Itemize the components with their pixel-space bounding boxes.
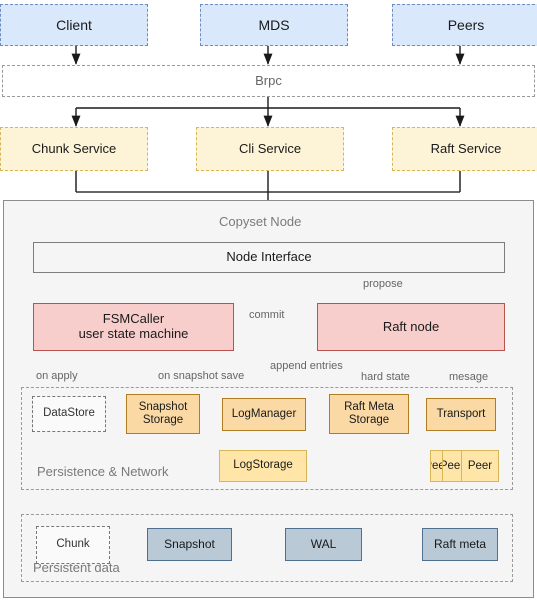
cli-service-box[interactable]: Cli Service <box>196 127 344 171</box>
client-label: Client <box>56 16 92 33</box>
chunk-service-box[interactable]: Chunk Service <box>0 127 148 171</box>
transport-box[interactable]: Transport <box>426 398 496 431</box>
hard-state-edge-label: hard state <box>361 371 410 383</box>
snapshot-storage-box[interactable]: Snapshot Storage <box>126 394 200 434</box>
peer-box[interactable]: Peer <box>442 450 462 482</box>
chunk-service-label: Chunk Service <box>31 140 117 156</box>
snapshot-data-label: Snapshot <box>164 536 215 551</box>
propose-edge-label: propose <box>363 278 403 290</box>
wal-box[interactable]: WAL <box>285 528 362 561</box>
on-snapshot-save-edge-label: on snapshot save <box>158 370 245 382</box>
snapshot-data-box[interactable]: Snapshot <box>147 528 232 561</box>
chunk-label: Chunk <box>56 538 90 551</box>
fsmcaller-title: FSMCaller <box>102 311 165 327</box>
peer-label: Peer <box>443 460 461 472</box>
client-box[interactable]: Client <box>0 4 148 46</box>
copyset-node-title: Copyset Node <box>219 214 302 229</box>
brpc-band[interactable]: Brpc <box>2 65 535 97</box>
peer-label: Peer <box>467 460 493 472</box>
peers-label: Peers <box>447 16 485 33</box>
peer-stack: Peer Peer Peer <box>430 450 499 482</box>
logmanager-box[interactable]: LogManager <box>222 398 306 431</box>
raft-meta-data-label: Raft meta <box>433 536 487 551</box>
wal-label: WAL <box>310 536 337 551</box>
peer-box[interactable]: Peer <box>461 450 499 482</box>
snapshot-storage-line1: Snapshot <box>138 400 188 413</box>
snapshot-storage-line2: Storage <box>142 414 184 426</box>
raft-node-box[interactable]: Raft node <box>317 303 505 351</box>
logstorage-box[interactable]: LogStorage <box>219 450 307 482</box>
raft-service-box[interactable]: Raft Service <box>392 127 537 171</box>
raft-meta-data-box[interactable]: Raft meta <box>422 528 498 561</box>
raft-meta-storage-line1: Raft Meta <box>344 400 394 413</box>
raft-meta-storage-box[interactable]: Raft Meta Storage <box>329 394 409 434</box>
persistence-network-title: Persistence & Network <box>37 464 169 479</box>
chunk-box[interactable]: Chunk <box>36 526 110 564</box>
mesage-edge-label: mesage <box>449 371 489 383</box>
raft-node-label: Raft node <box>382 318 440 334</box>
logmanager-label: LogManager <box>231 407 297 420</box>
on-apply-edge-label: on apply <box>36 370 78 382</box>
transport-label: Transport <box>436 407 486 420</box>
datastore-box[interactable]: DataStore <box>32 396 106 432</box>
datastore-label: DataStore <box>43 407 95 420</box>
node-interface-box[interactable]: Node Interface <box>33 242 505 273</box>
peers-box[interactable]: Peers <box>392 4 537 46</box>
fsmcaller-subtitle: user state machine <box>78 326 189 341</box>
diagram-canvas: Client MDS Peers Brpc Chunk Service Cli … <box>0 0 537 600</box>
mds-label: MDS <box>258 16 290 33</box>
fsmcaller-box[interactable]: FSMCaller user state machine <box>33 303 234 351</box>
raft-meta-storage-line2: Storage <box>348 414 390 426</box>
logstorage-label: LogStorage <box>233 459 293 472</box>
node-interface-label: Node Interface <box>226 249 312 265</box>
brpc-label: Brpc <box>255 72 282 88</box>
append-entries-edge-label: append entries <box>270 360 343 372</box>
commit-edge-label: commit <box>249 309 285 321</box>
mds-box[interactable]: MDS <box>200 4 348 46</box>
raft-service-label: Raft Service <box>430 140 502 156</box>
cli-service-label: Cli Service <box>238 140 302 156</box>
